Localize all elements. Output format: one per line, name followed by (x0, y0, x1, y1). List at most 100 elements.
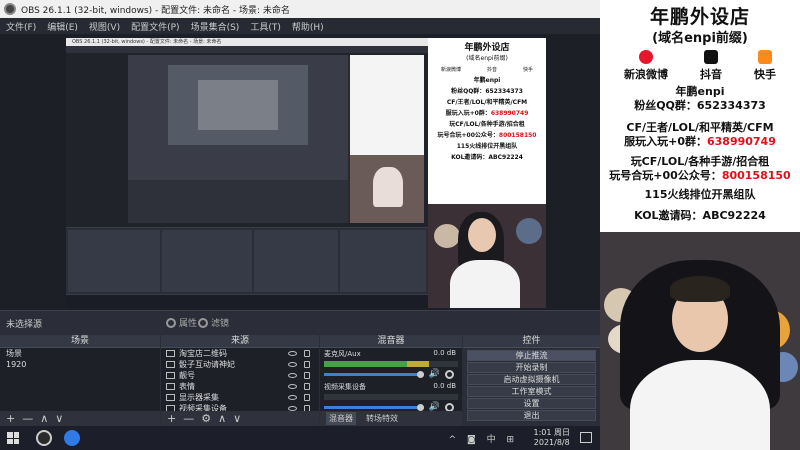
menu-edit[interactable]: 编辑(E) (47, 20, 78, 33)
mixer-header: 混音器 (320, 335, 462, 348)
mixer-dock: 混音器 麦克风/Aux 0.0 dB 🔊 视频采集设备 0.0 dB 🔊 混音器… (320, 335, 462, 426)
scene-item[interactable]: 1920 (0, 359, 160, 370)
menu-scene-collection[interactable]: 场景集合(S) (191, 20, 240, 33)
mini-social-weibo: 新浪微博 (440, 67, 461, 73)
taskbar-clock[interactable]: 1:01 周日 2021/8/8 (533, 428, 570, 448)
sources-footer: + — ⚙ ∧ ∨ (161, 411, 319, 426)
exit-button[interactable]: 退出 (467, 410, 596, 421)
scenes-list: 场景 1920 (0, 348, 160, 411)
image-icon (166, 361, 175, 368)
title-bar: OBS 26.1.1 (32-bit, windows) - 配置文件: 未命名… (0, 0, 600, 18)
menu-view[interactable]: 视图(V) (89, 20, 120, 33)
mixer-channel: 麦克风/Aux 0.0 dB 🔊 (320, 348, 462, 381)
source-item[interactable]: 显示器采集 (161, 392, 319, 403)
source-settings-button[interactable]: ⚙ (201, 413, 211, 424)
window-title: OBS 26.1.1 (32-bit, windows) - 配置文件: 未命名… (21, 5, 290, 16)
stop-streaming-button[interactable]: 停止推流 (467, 350, 596, 361)
scenes-footer: + — ∧ ∨ (0, 411, 160, 426)
menu-help[interactable]: 帮助(H) (292, 20, 324, 33)
menu-profile[interactable]: 配置文件(P) (131, 20, 179, 33)
start-recording-button[interactable]: 开始录制 (467, 362, 596, 373)
remove-source-button[interactable]: — (183, 413, 194, 424)
move-scene-down-button[interactable]: ∨ (55, 413, 63, 424)
social-douyin: 抖音 (700, 50, 722, 82)
lock-icon[interactable] (304, 383, 310, 390)
mini-banner-socials: 新浪微博 抖音 快手 (428, 66, 546, 73)
menu-tools[interactable]: 工具(T) (250, 20, 281, 33)
tab-mixer[interactable]: 混音器 (326, 412, 356, 425)
properties-button[interactable]: 属性 (166, 316, 197, 329)
obs-taskbar-icon[interactable] (36, 430, 52, 446)
fader-handle[interactable] (417, 370, 424, 378)
filters-button[interactable]: 滤镜 (198, 316, 229, 329)
add-scene-button[interactable]: + (6, 413, 15, 424)
volume-fader[interactable]: 🔊 (324, 369, 458, 379)
captured-canvas (128, 55, 424, 223)
scene-item[interactable]: 场景 (0, 348, 160, 359)
controls-list: 停止推流 开始录制 启动虚拟摄像机 工作室模式 设置 退出 (463, 349, 600, 422)
preview-area[interactable]: OBS 26.1.1 (32-bit, windows) - 配置文件: 未命名… (0, 34, 600, 310)
system-tray[interactable]: ^ ◙ 中 ⊞ (449, 432, 518, 445)
gear-icon[interactable] (445, 369, 454, 379)
lock-icon[interactable] (304, 350, 310, 357)
filter-icon (198, 318, 208, 328)
move-source-down-button[interactable]: ∨ (233, 413, 241, 424)
author-name: 年鹏enpi (675, 85, 725, 98)
lock-icon[interactable] (304, 372, 310, 379)
captured-taskbar (66, 295, 428, 308)
obs-window: OBS 26.1.1 (32-bit, windows) - 配置文件: 未命名… (0, 0, 600, 426)
shop-subtitle: (域名enpi前缀) (652, 31, 748, 46)
sources-dock: 来源 淘宝店二维码 骰子互动请神妃 靓号 表情 显示器采集 视频采集设备 + —… (161, 335, 319, 426)
notification-icon[interactable] (580, 432, 592, 443)
mini-banner-author: 年鹏enpi (473, 77, 501, 84)
visibility-icon[interactable] (288, 351, 297, 356)
mini-banner-line2: 服玩入玩+0群：638990749 (445, 110, 529, 117)
visibility-icon[interactable] (288, 384, 297, 389)
visibility-icon[interactable] (288, 395, 297, 400)
lock-icon[interactable] (304, 394, 310, 401)
weibo-icon (639, 50, 653, 64)
captured-webcam (428, 204, 546, 308)
shop-title: 年鹏外设店 (649, 6, 750, 28)
games-line: CF/王者/LOL/和平精英/CFM (626, 121, 774, 134)
move-scene-up-button[interactable]: ∧ (40, 413, 48, 424)
mini-social-kuaishou: 快手 (522, 67, 533, 73)
captured-desktop: OBS 26.1.1 (32-bit, windows) - 配置文件: 未命名… (66, 38, 428, 308)
mini-banner-line3: 玩CF/LOL/各种手游/招合租 (449, 121, 525, 128)
services-line: 玩CF/LOL/各种手游/招合租 (630, 155, 770, 168)
source-item[interactable]: 靓号 (161, 370, 319, 381)
studio-mode-button[interactable]: 工作室模式 (467, 386, 596, 397)
mini-social-douyin: 抖音 (486, 67, 497, 73)
sources-header: 来源 (161, 335, 319, 348)
app-taskbar-icon[interactable] (64, 430, 80, 446)
mini-banner-subtitle: (域名enpi前缀) (466, 55, 508, 62)
source-item[interactable]: 骰子互动请神妃 (161, 359, 319, 370)
kol-code-line: KOL邀请码：ABC92224 (634, 209, 766, 222)
volume-fader[interactable]: 🔊 (324, 402, 458, 412)
captured-menu (66, 46, 428, 53)
start-virtual-camera-button[interactable]: 启动虚拟摄像机 (467, 374, 596, 385)
source-item[interactable]: 淘宝店二维码 (161, 348, 319, 359)
windows-start-icon[interactable] (7, 432, 19, 444)
visibility-icon[interactable] (288, 362, 297, 367)
douyin-icon (704, 50, 718, 64)
channel-db: 0.0 dB (433, 349, 456, 357)
image-icon (166, 350, 175, 357)
add-source-button[interactable]: + (167, 413, 176, 424)
source-item[interactable]: 表情 (161, 381, 319, 392)
webcam-feed (600, 232, 800, 450)
settings-button[interactable]: 设置 (467, 398, 596, 409)
visibility-icon[interactable] (288, 373, 297, 378)
remove-scene-button[interactable]: — (22, 413, 33, 424)
preview-canvas[interactable]: OBS 26.1.1 (32-bit, windows) - 配置文件: 未命名… (66, 38, 546, 308)
lock-icon[interactable] (304, 361, 310, 368)
selected-source-label: 未选择源 (6, 320, 43, 330)
captured-info-panel: 年鹏外设店 (域名enpi前缀) 新浪微博 抖音 快手 年鹏enpi 粉丝QQ群… (428, 38, 546, 204)
speaker-icon[interactable]: 🔊 (429, 369, 440, 379)
menu-file[interactable]: 文件(F) (6, 20, 36, 33)
mini-banner-line6: KOL邀请码：ABC92224 (451, 154, 523, 161)
fader-handle[interactable] (417, 403, 424, 411)
tab-transitions[interactable]: 转场特效 (366, 413, 398, 424)
volume-meter (324, 361, 458, 367)
move-source-up-button[interactable]: ∧ (218, 413, 226, 424)
